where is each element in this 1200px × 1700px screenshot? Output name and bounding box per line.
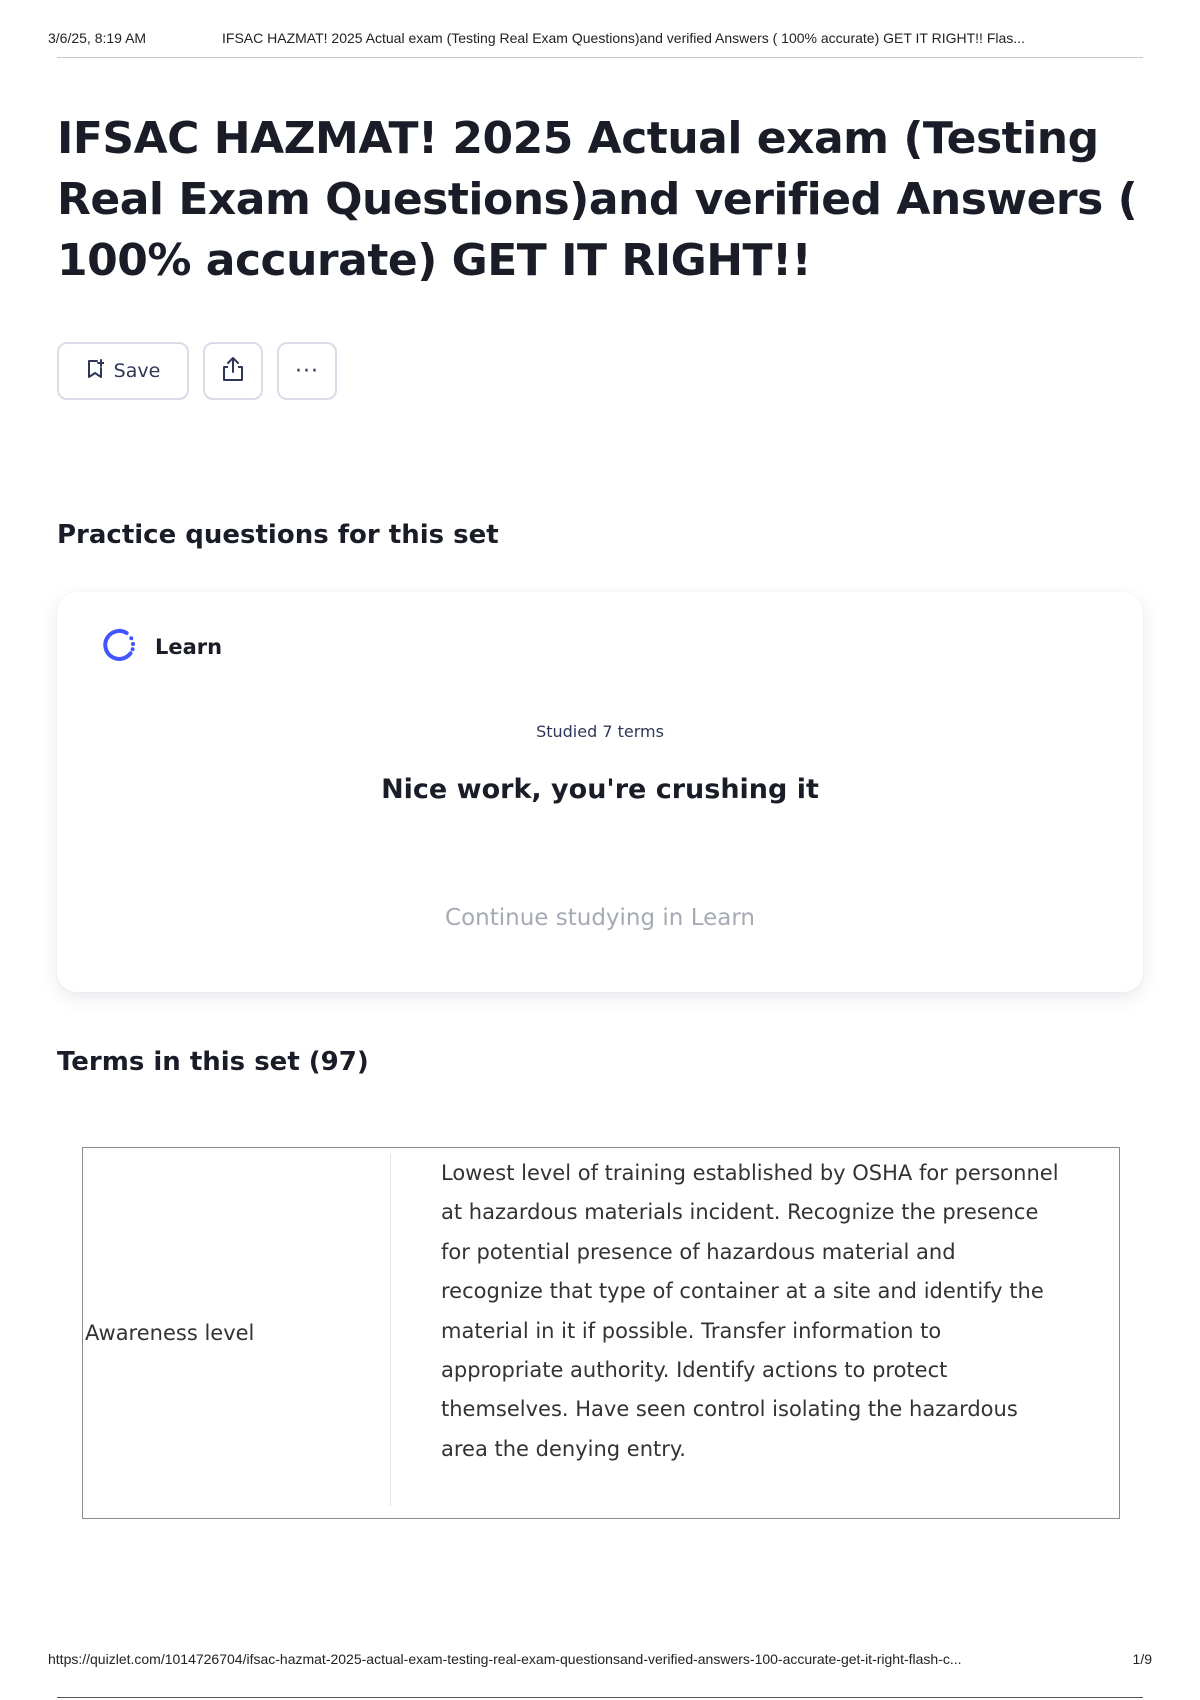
print-header: 3/6/25, 8:19 AM IFSAC HAZMAT! 2025 Actua… (48, 30, 1152, 46)
continue-learn-link[interactable]: Continue studying in Learn (57, 905, 1143, 931)
header-divider (57, 57, 1143, 58)
terms-heading: Terms in this set (97) (57, 1047, 369, 1077)
save-button[interactable]: Save (57, 342, 189, 400)
print-footer: https://quizlet.com/1014726704/ifsac-haz… (48, 1651, 1152, 1667)
save-button-label: Save (113, 360, 161, 382)
print-document-title: IFSAC HAZMAT! 2025 Actual exam (Testing … (222, 30, 1025, 46)
page-number: 1/9 (1132, 1651, 1152, 1667)
studied-count: Studied 7 terms (536, 722, 664, 741)
learn-mode-header: Learn (97, 622, 222, 671)
definition-cell: Lowest level of training established by … (441, 1161, 1059, 1461)
footer-divider (57, 1697, 1143, 1698)
share-icon (220, 355, 246, 388)
more-options-button[interactable]: ··· (277, 342, 337, 400)
print-date: 3/6/25, 8:19 AM (48, 30, 147, 46)
table-row: Awareness level Lowest level of training… (82, 1147, 1120, 1519)
practice-heading: Practice questions for this set (57, 520, 499, 550)
print-url: https://quizlet.com/1014726704/ifsac-haz… (48, 1651, 962, 1667)
more-icon: ··· (295, 358, 319, 384)
share-button[interactable] (203, 342, 263, 400)
learn-card[interactable]: Learn Studied 7 terms Nice work, you're … (57, 592, 1143, 992)
page-title: IFSAC HAZMAT! 2025 Actual exam (Testing … (57, 113, 1138, 286)
save-icon (86, 358, 105, 384)
learn-progress-icon (97, 622, 141, 671)
learn-mode-label: Learn (155, 634, 223, 659)
term-cell: Awareness level (83, 1148, 391, 1518)
set-actions: Save ··· (57, 342, 337, 400)
encouragement-message: Nice work, you're crushing it (381, 774, 819, 805)
